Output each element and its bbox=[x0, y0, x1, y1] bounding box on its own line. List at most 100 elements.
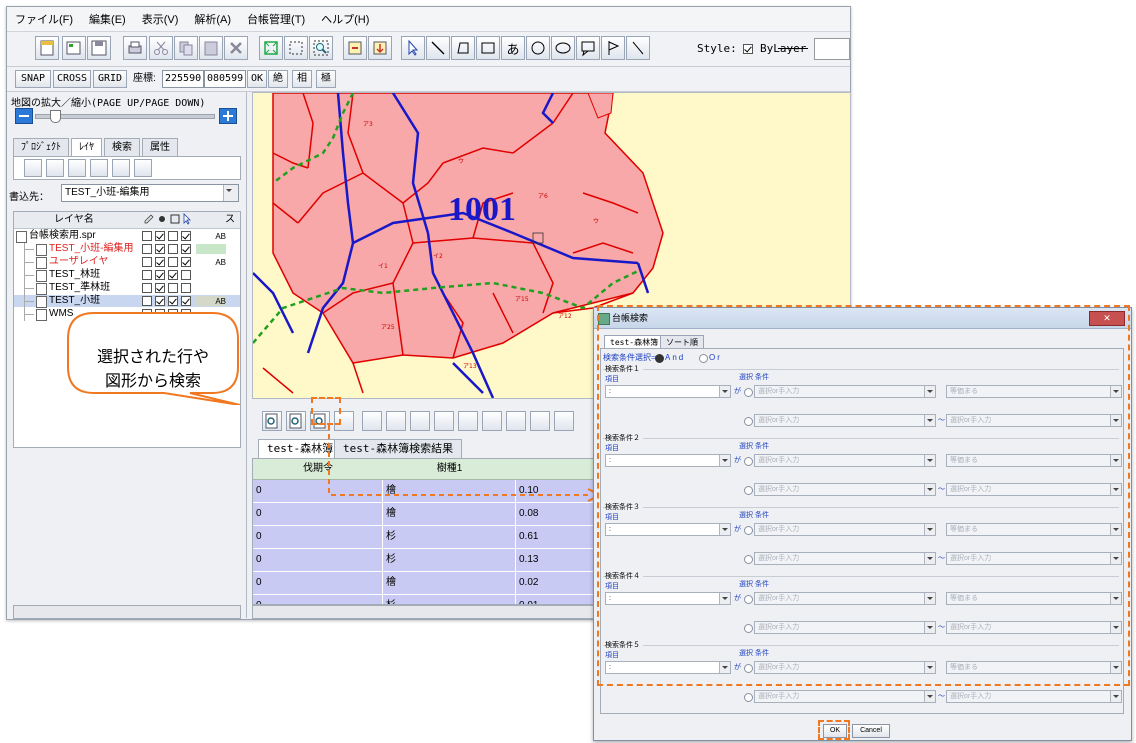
layer-view-checkbox[interactable] bbox=[155, 283, 165, 293]
zoom-window-icon[interactable] bbox=[284, 36, 308, 60]
layer-style-preview[interactable]: AB bbox=[196, 257, 226, 267]
cut-icon[interactable] bbox=[149, 36, 173, 60]
range-to-select[interactable]: 選択or手入力 bbox=[946, 690, 1122, 703]
layer-select-checkbox[interactable] bbox=[181, 270, 191, 280]
coord-x-input[interactable]: 225590 bbox=[162, 70, 204, 88]
write-target-select[interactable]: TEST_小班-編集用 bbox=[61, 184, 239, 202]
search-next-icon[interactable] bbox=[286, 411, 306, 431]
layer-copy-icon[interactable] bbox=[90, 159, 108, 177]
zoom-magnifier-icon[interactable] bbox=[309, 36, 333, 60]
layer-tree-row[interactable]: ユーザレイヤ AB bbox=[14, 256, 240, 269]
layer-box-checkbox[interactable] bbox=[168, 244, 178, 254]
layer-edit-checkbox[interactable] bbox=[142, 244, 152, 254]
layer-tree-row[interactable]: 台帳検索用.spr AB bbox=[14, 230, 240, 243]
ellipse-tool-icon[interactable] bbox=[551, 36, 575, 60]
layer-view-checkbox[interactable] bbox=[155, 257, 165, 267]
tab-attribute[interactable]: 属性 bbox=[142, 138, 178, 157]
circle-tool-icon[interactable] bbox=[526, 36, 550, 60]
select-arrow-icon[interactable] bbox=[401, 36, 425, 60]
layer-edit-checkbox[interactable] bbox=[142, 257, 152, 267]
menu-view[interactable]: 表示(V) bbox=[134, 11, 187, 27]
layer-props-icon[interactable] bbox=[134, 159, 152, 177]
grid-hscrollbar[interactable] bbox=[252, 605, 594, 619]
search-icon[interactable] bbox=[262, 411, 282, 431]
rectangle-tool-icon[interactable] bbox=[476, 36, 500, 60]
layer-export-icon[interactable] bbox=[343, 36, 367, 60]
layer-tree-row[interactable]: TEST_林班 bbox=[14, 269, 240, 282]
zoom-slider-thumb[interactable] bbox=[49, 110, 61, 123]
layer-box-checkbox[interactable] bbox=[168, 296, 178, 306]
chevron-down-icon[interactable] bbox=[1110, 691, 1121, 702]
layer-box-checkbox[interactable] bbox=[168, 231, 178, 241]
tab-project[interactable]: ﾌﾟﾛｼﾞｪｸﾄ bbox=[13, 138, 69, 157]
print-icon[interactable] bbox=[123, 36, 147, 60]
bylayer-checkbox[interactable] bbox=[743, 44, 754, 54]
polar-button[interactable]: 極 bbox=[316, 70, 336, 88]
layer-box-checkbox[interactable] bbox=[168, 283, 178, 293]
callout-tool-icon[interactable] bbox=[576, 36, 600, 60]
left-hscrollbar[interactable] bbox=[13, 605, 241, 619]
zoom-in-button[interactable] bbox=[219, 108, 237, 124]
layer-select-checkbox[interactable] bbox=[181, 231, 191, 241]
coord-y-input[interactable]: 080599 bbox=[204, 70, 246, 88]
save-icon[interactable] bbox=[87, 36, 111, 60]
layer-edit-checkbox[interactable] bbox=[142, 270, 152, 280]
tab-layer[interactable]: ﾚｲﾔ bbox=[71, 138, 102, 157]
absolute-button[interactable]: 絶 bbox=[268, 70, 288, 88]
color-swatch[interactable] bbox=[814, 38, 850, 60]
delete-icon[interactable] bbox=[224, 36, 248, 60]
layer-select-checkbox[interactable] bbox=[181, 283, 191, 293]
polygon-tool-icon[interactable] bbox=[451, 36, 475, 60]
layer-view-checkbox[interactable] bbox=[155, 231, 165, 241]
layer-select-checkbox[interactable] bbox=[181, 244, 191, 254]
menu-analysis[interactable]: 解析(A) bbox=[186, 11, 239, 27]
menu-help[interactable]: ヘルプ(H) bbox=[313, 11, 377, 27]
layer-box-checkbox[interactable] bbox=[168, 270, 178, 280]
relative-button[interactable]: 相 bbox=[292, 70, 312, 88]
line-style-swatch[interactable] bbox=[778, 48, 808, 49]
layer-style-preview[interactable]: AB bbox=[196, 231, 226, 241]
cross-button[interactable]: CROSS bbox=[53, 70, 91, 88]
cancel-button[interactable]: Cancel bbox=[852, 724, 890, 738]
flag-tool-icon[interactable] bbox=[601, 36, 625, 60]
coord-ok-button[interactable]: OK bbox=[247, 70, 267, 88]
chevron-down-icon[interactable] bbox=[924, 691, 935, 702]
layer-view-checkbox[interactable] bbox=[155, 270, 165, 280]
tab-search[interactable]: 検索 bbox=[104, 138, 140, 157]
menu-edit[interactable]: 編集(E) bbox=[81, 11, 134, 27]
zoom-slider[interactable] bbox=[35, 110, 215, 123]
line-tool-icon[interactable] bbox=[426, 36, 450, 60]
text-tool-icon[interactable]: あ bbox=[501, 36, 525, 60]
new-icon[interactable] bbox=[35, 36, 59, 60]
layer-edit-checkbox[interactable] bbox=[142, 283, 152, 293]
layer-remove-icon[interactable] bbox=[112, 159, 130, 177]
layer-plus-icon[interactable] bbox=[68, 159, 86, 177]
layer-select-checkbox[interactable] bbox=[181, 296, 191, 306]
chevron-down-icon[interactable] bbox=[223, 185, 238, 201]
paste-icon[interactable] bbox=[199, 36, 223, 60]
layer-view-checkbox[interactable] bbox=[155, 296, 165, 306]
slash-tool-icon[interactable] bbox=[626, 36, 650, 60]
range-from-select[interactable]: 選択or手入力 bbox=[754, 690, 936, 703]
layer-view-checkbox[interactable] bbox=[155, 244, 165, 254]
zoom-extent-icon[interactable] bbox=[259, 36, 283, 60]
layer-style-preview[interactable] bbox=[196, 283, 226, 293]
layer-select-checkbox[interactable] bbox=[181, 257, 191, 267]
menu-ledger[interactable]: 台帳管理(T) bbox=[239, 11, 313, 27]
ok-button[interactable]: OK bbox=[823, 724, 847, 738]
open-icon[interactable] bbox=[62, 36, 86, 60]
layer-style-preview[interactable]: AB bbox=[196, 296, 226, 306]
layer-tree-row[interactable]: TEST_準林班 bbox=[14, 282, 240, 295]
copy-icon[interactable] bbox=[174, 36, 198, 60]
layer-tree-row[interactable]: TEST_小班-編集用 bbox=[14, 243, 240, 256]
layer-new-icon[interactable] bbox=[24, 159, 42, 177]
zoom-out-button[interactable] bbox=[15, 108, 33, 124]
layer-style-preview[interactable] bbox=[196, 270, 226, 280]
layer-add-icon[interactable] bbox=[46, 159, 64, 177]
layer-style-preview[interactable] bbox=[196, 244, 226, 254]
grid-button[interactable]: GRID bbox=[93, 70, 127, 88]
menu-file[interactable]: ファイル(F) bbox=[7, 11, 81, 27]
layer-edit-checkbox[interactable] bbox=[142, 231, 152, 241]
layer-edit-checkbox[interactable] bbox=[142, 296, 152, 306]
layer-box-checkbox[interactable] bbox=[168, 257, 178, 267]
